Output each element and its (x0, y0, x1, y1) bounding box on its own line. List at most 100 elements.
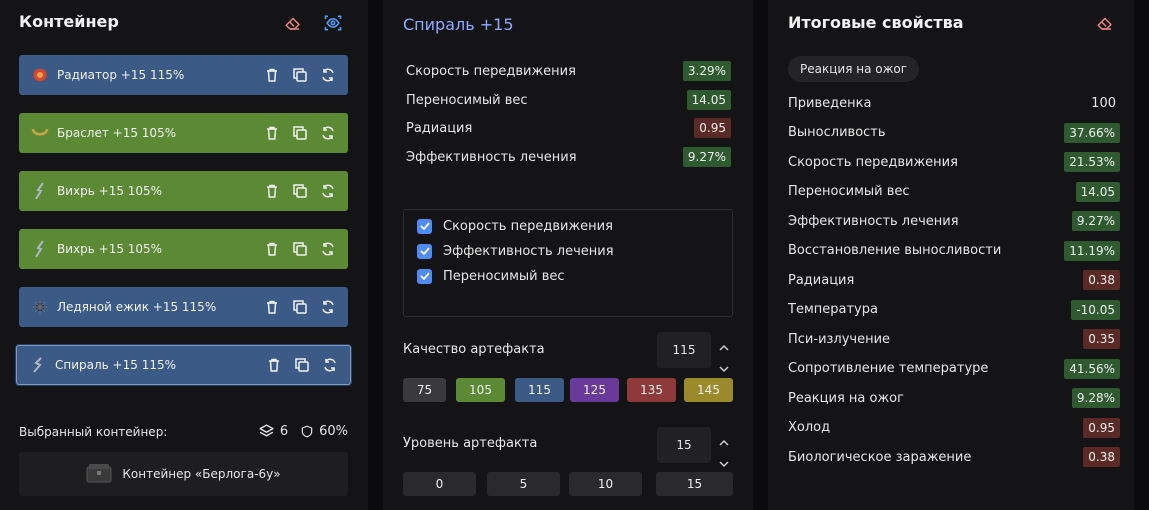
item-label: Спираль +15 115% (55, 358, 176, 372)
level-spinner (718, 431, 730, 472)
checkbox-label: Скорость передвижения (443, 218, 613, 234)
total-property-row: Приведенка 100 (788, 91, 1120, 115)
trash-icon[interactable] (266, 357, 282, 373)
property-value: 9.27% (682, 147, 731, 167)
trash-icon[interactable] (264, 183, 280, 199)
eraser-icon[interactable] (1094, 12, 1116, 34)
shield-icon (301, 425, 313, 438)
total-properties-title: Итоговые свойства (788, 13, 964, 32)
whirl-artifact-icon (31, 182, 49, 200)
property-label: Переносимый вес (788, 184, 910, 199)
property-value: 14.05 (1075, 181, 1120, 202)
property-value: 37.66% (1064, 122, 1120, 143)
total-properties-panel: Итоговые свойства Реакция на ожог Привед… (768, 0, 1134, 510)
trash-icon[interactable] (264, 241, 280, 257)
swap-icon[interactable] (320, 125, 336, 141)
property-label: Восстановление выносливости (788, 243, 1002, 258)
quality-option[interactable]: 135 (627, 378, 676, 402)
quality-option[interactable]: 75 (403, 378, 446, 402)
container-item[interactable]: Вихрь +15 105% (19, 171, 348, 211)
quality-option[interactable]: 105 (456, 378, 505, 402)
container-box-icon (86, 463, 112, 486)
property-label: Температура (788, 302, 878, 317)
checkmark-icon[interactable] (417, 268, 432, 284)
property-label: Пси-излучение (788, 331, 891, 347)
bracelet-artifact-icon (31, 124, 49, 142)
filter-tag[interactable]: Реакция на ожог (788, 56, 920, 82)
item-label: Вихрь +15 105% (57, 184, 163, 198)
copy-icon[interactable] (292, 299, 308, 315)
property-label: Реакция на ожог (788, 390, 904, 406)
property-value: 14.05 (686, 90, 731, 110)
property-value: 9.28% (1071, 388, 1120, 408)
artifact-property-row: Скорость передвижения 3.29% (406, 59, 731, 83)
property-value: 11.19% (1064, 240, 1120, 261)
container-item[interactable]: Спираль +15 115% (16, 345, 351, 385)
level-option[interactable]: 10 (569, 472, 642, 496)
chevron-up-icon[interactable] (719, 431, 729, 450)
layers-icon (259, 424, 274, 437)
container-item[interactable]: Вихрь +15 105% (19, 229, 348, 269)
checkbox-label: Эффективность лечения (443, 243, 614, 259)
container-item[interactable]: Радиатор +15 115% (19, 55, 348, 95)
quality-input[interactable]: 115 (657, 332, 711, 368)
property-value: 41.56% (1064, 358, 1120, 379)
swap-icon[interactable] (320, 241, 336, 257)
slots-count: 6 (279, 424, 289, 439)
quality-option[interactable]: 125 (570, 378, 619, 402)
trash-icon[interactable] (264, 67, 280, 83)
copy-icon[interactable] (292, 67, 308, 83)
checkbox-label: Переносимый вес (443, 268, 565, 284)
item-label: Браслет +15 105% (57, 126, 177, 140)
property-value: 0.35 (1083, 329, 1120, 349)
level-input[interactable]: 15 (657, 427, 711, 463)
total-property-row: Сопротивление температуре 41.56% (788, 357, 1120, 381)
property-label: Скорость передвижения (788, 154, 958, 170)
property-label: Эффективность лечения (788, 213, 959, 229)
copy-icon[interactable] (292, 183, 308, 199)
trash-icon[interactable] (264, 299, 280, 315)
whirl-artifact-icon (31, 240, 49, 258)
property-checkbox[interactable]: Эффективность лечения (417, 242, 614, 260)
eye-scan-icon[interactable] (322, 12, 344, 34)
property-checkbox[interactable]: Переносимый вес (417, 267, 565, 285)
property-value: 21.53% (1064, 152, 1120, 172)
property-value: 0.95 (694, 118, 731, 138)
swap-icon[interactable] (320, 67, 336, 83)
artifact-property-row: Эффективность лечения 9.27% (406, 145, 731, 169)
container-name: Контейнер «Берлога-6у» (122, 467, 281, 481)
property-value: 100 (1091, 95, 1116, 111)
swap-icon[interactable] (320, 183, 336, 199)
trash-icon[interactable] (264, 125, 280, 141)
container-select-button[interactable]: Контейнер «Берлога-6у» (19, 452, 348, 496)
swap-icon[interactable] (322, 357, 338, 373)
swap-icon[interactable] (320, 299, 336, 315)
checkmark-icon[interactable] (417, 218, 432, 234)
property-value: -10.05 (1071, 299, 1120, 320)
quality-option[interactable]: 145 (684, 378, 733, 402)
property-value: 9.27% (1071, 211, 1120, 231)
chevron-down-icon[interactable] (719, 358, 729, 377)
container-item[interactable]: Ледяной ежик +15 115% (19, 287, 348, 327)
property-checkbox[interactable]: Скорость передвижения (417, 217, 613, 235)
checkmark-icon[interactable] (417, 243, 432, 259)
artifact-title: Спираль +15 (403, 15, 514, 34)
quality-option[interactable]: 115 (515, 378, 564, 402)
selected-container-label: Выбранный контейнер: (19, 424, 168, 439)
copy-icon[interactable] (294, 357, 310, 373)
level-option[interactable]: 5 (487, 472, 560, 496)
container-title: Контейнер (19, 12, 119, 31)
copy-icon[interactable] (292, 241, 308, 257)
chevron-down-icon[interactable] (719, 453, 729, 472)
level-option[interactable]: 15 (656, 472, 733, 496)
selected-container-line: Выбранный контейнер: 6 60% (19, 423, 348, 440)
eraser-icon[interactable] (282, 12, 304, 34)
property-label: Биологическое заражение (788, 449, 972, 465)
container-item[interactable]: Браслет +15 105% (19, 113, 348, 153)
chevron-up-icon[interactable] (719, 336, 729, 355)
level-option[interactable]: 0 (403, 472, 476, 496)
copy-icon[interactable] (292, 125, 308, 141)
artifact-property-row: Переносимый вес 14.05 (406, 88, 731, 112)
ice-hedgehog-artifact-icon (31, 298, 49, 316)
artifact-panel: Спираль +15 Скорость передвижения 3.29% Пе… (383, 0, 753, 510)
